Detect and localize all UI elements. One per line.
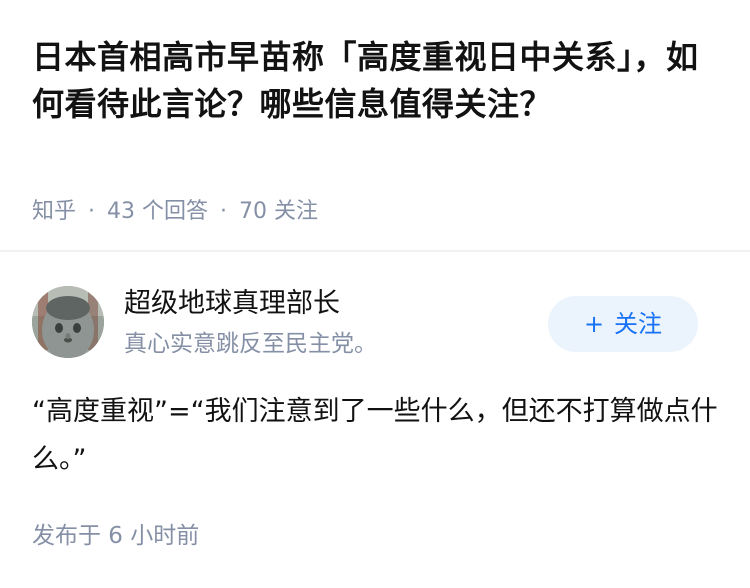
follower-count[interactable]: 70 关注: [239, 199, 318, 224]
avatar-image-icon: [32, 286, 104, 358]
question-header: 日本首相高市早苗称「高度重视日中关系」，如何看待此言论？哪些信息值得关注？ 知乎…: [0, 0, 750, 252]
follow-button-label: 关注: [614, 310, 663, 338]
plus-icon: +: [583, 310, 605, 338]
source-label[interactable]: 知乎: [32, 199, 76, 224]
author-name[interactable]: 超级地球真理部长: [124, 286, 340, 322]
publish-time: 发布于 6 小时前: [32, 523, 200, 549]
answer-content[interactable]: “高度重视”=“我们注意到了一些什么，但还不打算做点什么。”: [32, 388, 722, 484]
separator-dot: ·: [220, 199, 228, 224]
follow-button[interactable]: + 关注: [548, 296, 698, 352]
answer-card: 超级地球真理部长 真心实意跳反至民主党。 + 关注 “高度重视”=“我们注意到了一…: [0, 252, 750, 588]
answer-count[interactable]: 43 个回答: [107, 199, 208, 224]
author-bio: 真心实意跳反至民主党。: [124, 331, 377, 357]
question-title[interactable]: 日本首相高市早苗称「高度重视日中关系」，如何看待此言论？哪些信息值得关注？: [32, 34, 722, 128]
author-avatar[interactable]: [32, 286, 104, 358]
separator-dot: ·: [88, 199, 96, 224]
question-meta: 知乎 · 43 个回答 · 70 关注: [32, 194, 318, 230]
